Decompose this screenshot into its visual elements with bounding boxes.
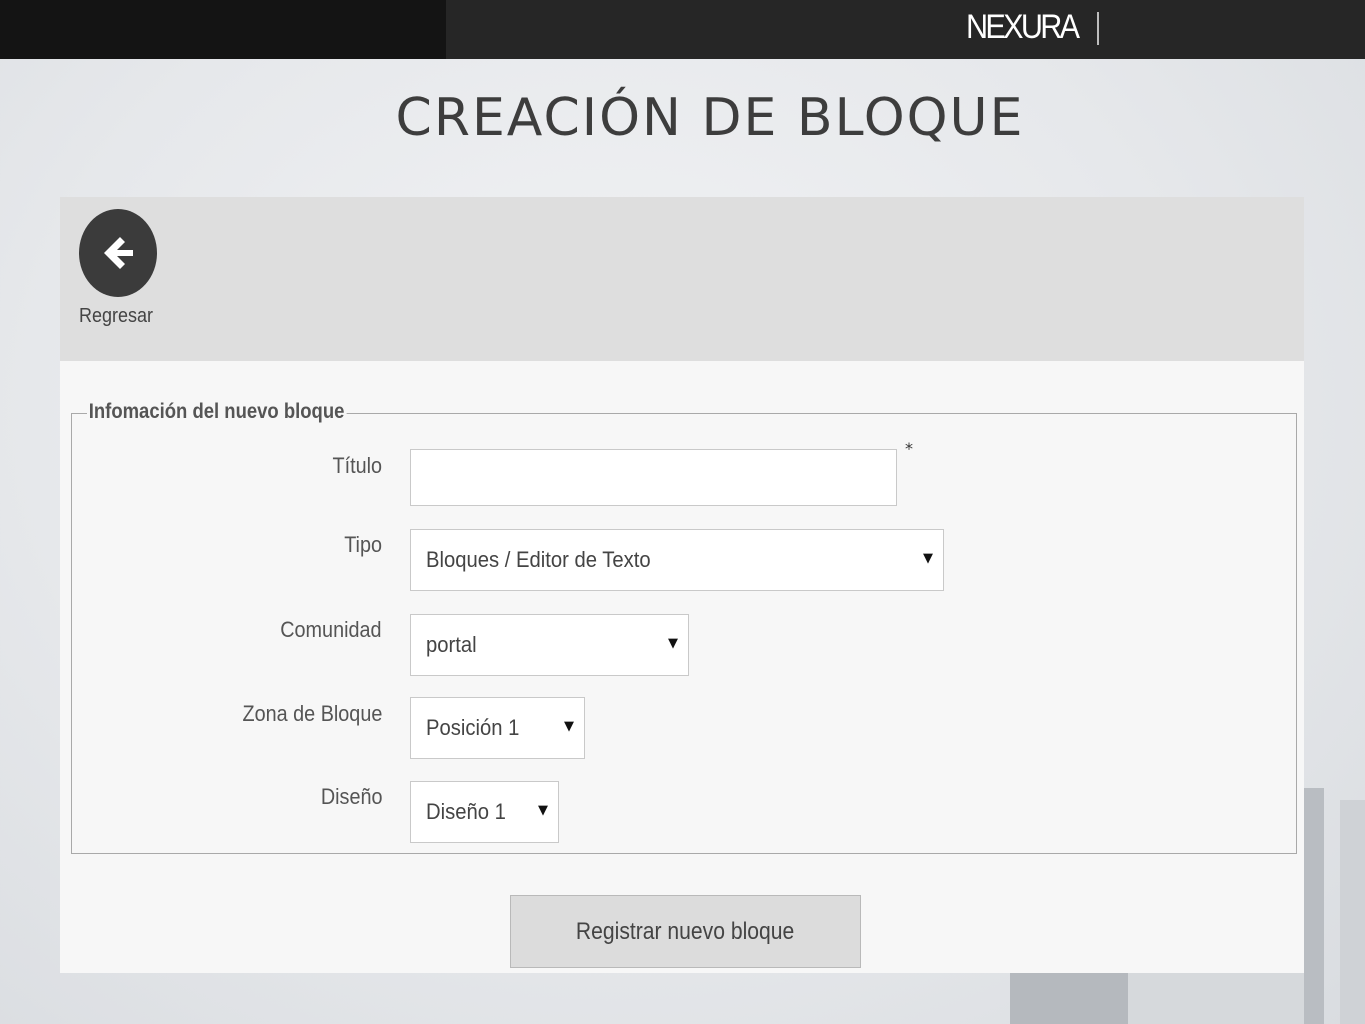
nexura-logo: NEXURA: [966, 8, 1080, 46]
comunidad-select[interactable]: portal ▼: [410, 614, 689, 676]
diseno-select[interactable]: Diseño 1 ▼: [410, 781, 559, 843]
caret-down-icon: ▼: [564, 719, 574, 734]
fieldset-legend: Infomación del nuevo bloque: [87, 400, 347, 424]
panel-toolbar: Regresar: [60, 197, 1304, 361]
top-bar: NEXURA: [0, 0, 1365, 59]
tipo-label: Tipo: [344, 532, 382, 557]
register-block-label: Registrar nuevo bloque: [576, 917, 795, 945]
decorative-block: [1128, 972, 1304, 1024]
titulo-label: Título: [332, 453, 382, 478]
zona-select[interactable]: Posición 1 ▼: [410, 697, 585, 759]
diseno-value: Diseño 1: [426, 799, 506, 824]
comunidad-label: Comunidad: [280, 617, 382, 642]
decorative-block: [1340, 800, 1365, 1024]
tipo-select[interactable]: Bloques / Editor de Texto ▼: [410, 529, 944, 591]
caret-down-icon: ▼: [538, 803, 548, 818]
decorative-block: [1304, 788, 1324, 1024]
arrow-left-icon: [104, 237, 133, 269]
diseno-label: Diseño: [320, 784, 382, 809]
screenshot-panel: Regresar Infomación del nuevo bloque Tít…: [60, 197, 1304, 973]
logo-separator: [1097, 12, 1099, 45]
slide-title: CREACIÓN DE BLOQUE: [395, 88, 1025, 148]
decorative-block: [1010, 972, 1128, 1024]
required-marker: *: [905, 439, 913, 458]
titulo-input[interactable]: [410, 449, 897, 506]
back-button[interactable]: [79, 209, 157, 297]
back-label[interactable]: Regresar: [79, 305, 153, 328]
comunidad-value: portal: [426, 632, 477, 657]
tipo-value: Bloques / Editor de Texto: [426, 547, 651, 572]
top-bar-dark-segment: [0, 0, 446, 59]
caret-down-icon: ▼: [668, 636, 678, 651]
register-block-button[interactable]: Registrar nuevo bloque: [510, 895, 861, 968]
caret-down-icon: ▼: [923, 551, 933, 566]
zona-value: Posición 1: [426, 715, 520, 740]
zona-label: Zona de Bloque: [242, 701, 382, 726]
